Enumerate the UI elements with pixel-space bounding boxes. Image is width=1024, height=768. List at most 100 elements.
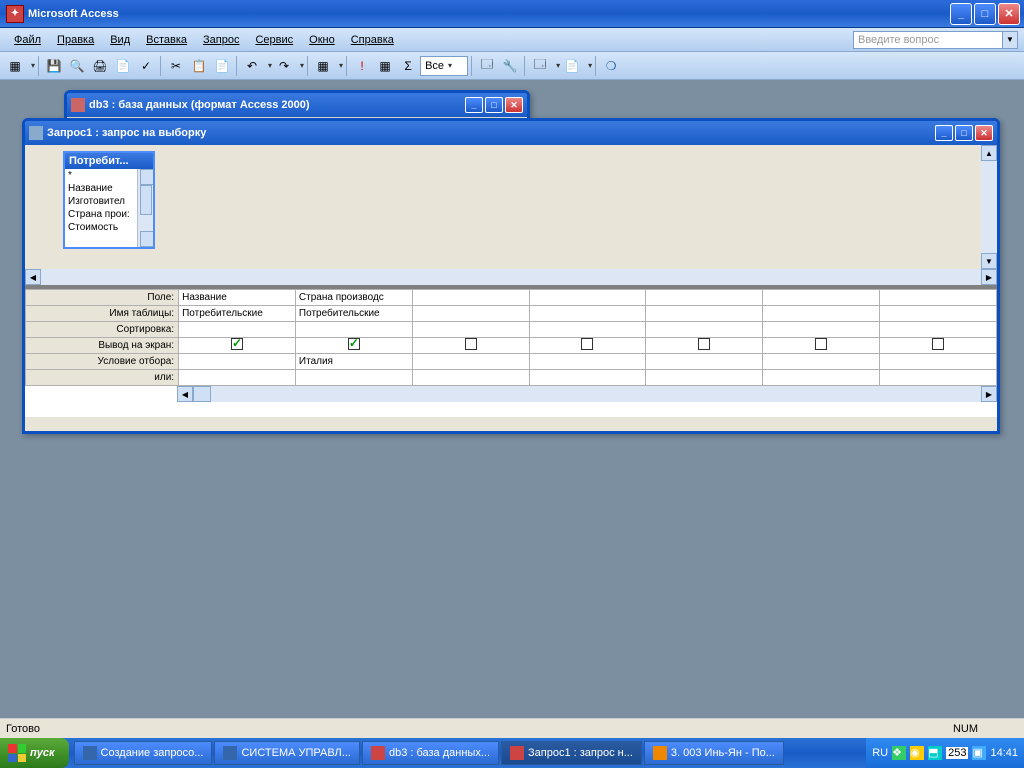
grid-cell[interactable] bbox=[529, 322, 646, 338]
grid-cell[interactable] bbox=[763, 354, 880, 370]
show-checkbox[interactable] bbox=[932, 338, 944, 350]
db-max-button[interactable]: □ bbox=[485, 97, 503, 113]
querytype-button[interactable]: ▦ bbox=[312, 55, 334, 77]
upper-hscroll[interactable]: ◀▶ bbox=[25, 269, 997, 285]
ask-dropdown-arrow[interactable]: ▼ bbox=[1003, 31, 1018, 49]
toprows-combo[interactable]: Все▾ bbox=[420, 56, 468, 76]
show-checkbox[interactable] bbox=[581, 338, 593, 350]
show-checkbox[interactable] bbox=[348, 338, 360, 350]
menu-insert[interactable]: Вставка bbox=[138, 32, 195, 48]
grid-cell[interactable] bbox=[646, 338, 763, 354]
grid-cell[interactable] bbox=[529, 338, 646, 354]
grid-cell[interactable] bbox=[412, 290, 529, 306]
grid-cell[interactable]: Страна производс bbox=[295, 290, 412, 306]
query-max-button[interactable]: □ bbox=[955, 125, 973, 141]
tray-icon[interactable]: ◉ bbox=[910, 746, 924, 760]
fieldlist-scrollbar[interactable] bbox=[137, 169, 153, 247]
taskbar-button[interactable]: СИСТЕМА УПРАВЛ... bbox=[214, 741, 359, 765]
view-button[interactable]: ▦ bbox=[4, 55, 26, 77]
properties-button[interactable]: 🗔 bbox=[476, 55, 498, 77]
menu-file[interactable]: Файл bbox=[6, 32, 49, 48]
grid-cell[interactable] bbox=[646, 322, 763, 338]
grid-cell[interactable] bbox=[529, 370, 646, 386]
grid-cell[interactable] bbox=[295, 322, 412, 338]
design-grid[interactable]: Поле:НазваниеСтрана производсИмя таблицы… bbox=[25, 289, 997, 417]
grid-cell[interactable] bbox=[412, 370, 529, 386]
close-button[interactable]: ✕ bbox=[998, 3, 1020, 25]
grid-cell[interactable] bbox=[179, 354, 296, 370]
grid-cell[interactable] bbox=[763, 370, 880, 386]
maximize-button[interactable]: □ bbox=[974, 3, 996, 25]
spell-button[interactable]: ✓ bbox=[135, 55, 157, 77]
grid-cell[interactable] bbox=[412, 338, 529, 354]
start-button[interactable]: пуск bbox=[0, 738, 69, 768]
grid-cell[interactable]: Италия bbox=[295, 354, 412, 370]
grid-cell[interactable] bbox=[880, 290, 997, 306]
tray-icon[interactable]: ❖ bbox=[892, 746, 906, 760]
preview-button[interactable]: 📄 bbox=[112, 55, 134, 77]
show-checkbox[interactable] bbox=[465, 338, 477, 350]
grid-cell[interactable] bbox=[646, 354, 763, 370]
menu-query[interactable]: Запрос bbox=[195, 32, 247, 48]
save-button[interactable]: 💾 bbox=[43, 55, 65, 77]
grid-cell[interactable] bbox=[179, 338, 296, 354]
run-button[interactable]: ! bbox=[351, 55, 373, 77]
clock[interactable]: 14:41 bbox=[990, 747, 1018, 759]
menu-help[interactable]: Справка bbox=[343, 32, 402, 48]
grid-cell[interactable] bbox=[646, 370, 763, 386]
taskbar-button[interactable]: 3. 003 Инь-Ян - По... bbox=[644, 741, 784, 765]
grid-cell[interactable] bbox=[763, 306, 880, 322]
search-button[interactable]: 🔍 bbox=[66, 55, 88, 77]
undo-button[interactable]: ↶ bbox=[241, 55, 263, 77]
redo-button[interactable]: ↷ bbox=[273, 55, 295, 77]
print-button[interactable]: 🖨 bbox=[89, 55, 111, 77]
lang-indicator[interactable]: RU bbox=[872, 747, 888, 759]
newobj-button[interactable]: 📄 bbox=[561, 55, 583, 77]
grid-cell[interactable] bbox=[763, 322, 880, 338]
system-tray[interactable]: RU ❖ ◉ ⬒ 253 ▣ 14:41 bbox=[866, 738, 1024, 768]
grid-cell[interactable] bbox=[412, 306, 529, 322]
copy-button[interactable]: 📋 bbox=[188, 55, 210, 77]
query-window[interactable]: Запрос1 : запрос на выборку _ □ ✕ Потреб… bbox=[22, 118, 1000, 434]
db-min-button[interactable]: _ bbox=[465, 97, 483, 113]
tray-icon[interactable]: ▣ bbox=[972, 746, 986, 760]
help-button[interactable]: ❍ bbox=[600, 55, 622, 77]
taskbar-button[interactable]: db3 : база данных... bbox=[362, 741, 499, 765]
tables-pane[interactable]: Потребит... * Название Изготовител Стран… bbox=[25, 145, 997, 285]
grid-cell[interactable] bbox=[412, 322, 529, 338]
tray-icon[interactable]: ⬒ bbox=[928, 746, 942, 760]
dbwin-button[interactable]: 🗔 bbox=[529, 55, 551, 77]
ask-question-input[interactable]: Введите вопрос bbox=[853, 31, 1003, 49]
grid-cell[interactable] bbox=[529, 290, 646, 306]
grid-cell[interactable]: Потребительские bbox=[295, 306, 412, 322]
query-min-button[interactable]: _ bbox=[935, 125, 953, 141]
taskbar-button[interactable]: Создание запросо... bbox=[74, 741, 213, 765]
show-checkbox[interactable] bbox=[698, 338, 710, 350]
grid-cell[interactable]: Название bbox=[179, 290, 296, 306]
grid-hscroll[interactable]: ◀ ▶ bbox=[177, 386, 997, 402]
upper-vscroll[interactable]: ▲ ▼ bbox=[981, 145, 997, 269]
grid-cell[interactable] bbox=[412, 354, 529, 370]
db-close-button[interactable]: ✕ bbox=[505, 97, 523, 113]
grid-cell[interactable] bbox=[880, 306, 997, 322]
grid-cell[interactable] bbox=[295, 370, 412, 386]
field-list-title[interactable]: Потребит... bbox=[65, 153, 153, 169]
grid-cell[interactable] bbox=[880, 322, 997, 338]
grid-cell[interactable] bbox=[295, 338, 412, 354]
grid-cell[interactable]: Потребительские bbox=[179, 306, 296, 322]
menu-window[interactable]: Окно bbox=[301, 32, 343, 48]
grid-cell[interactable] bbox=[880, 338, 997, 354]
grid-cell[interactable] bbox=[529, 306, 646, 322]
minimize-button[interactable]: _ bbox=[950, 3, 972, 25]
show-checkbox[interactable] bbox=[815, 338, 827, 350]
cut-button[interactable]: ✂ bbox=[165, 55, 187, 77]
grid-cell[interactable] bbox=[880, 354, 997, 370]
menu-tools[interactable]: Сервис bbox=[247, 32, 301, 48]
grid-cell[interactable] bbox=[880, 370, 997, 386]
grid-cell[interactable] bbox=[763, 290, 880, 306]
showtable-button[interactable]: ▦ bbox=[374, 55, 396, 77]
grid-cell[interactable] bbox=[646, 306, 763, 322]
totals-button[interactable]: Σ bbox=[397, 55, 419, 77]
grid-cell[interactable] bbox=[179, 370, 296, 386]
grid-cell[interactable] bbox=[179, 322, 296, 338]
